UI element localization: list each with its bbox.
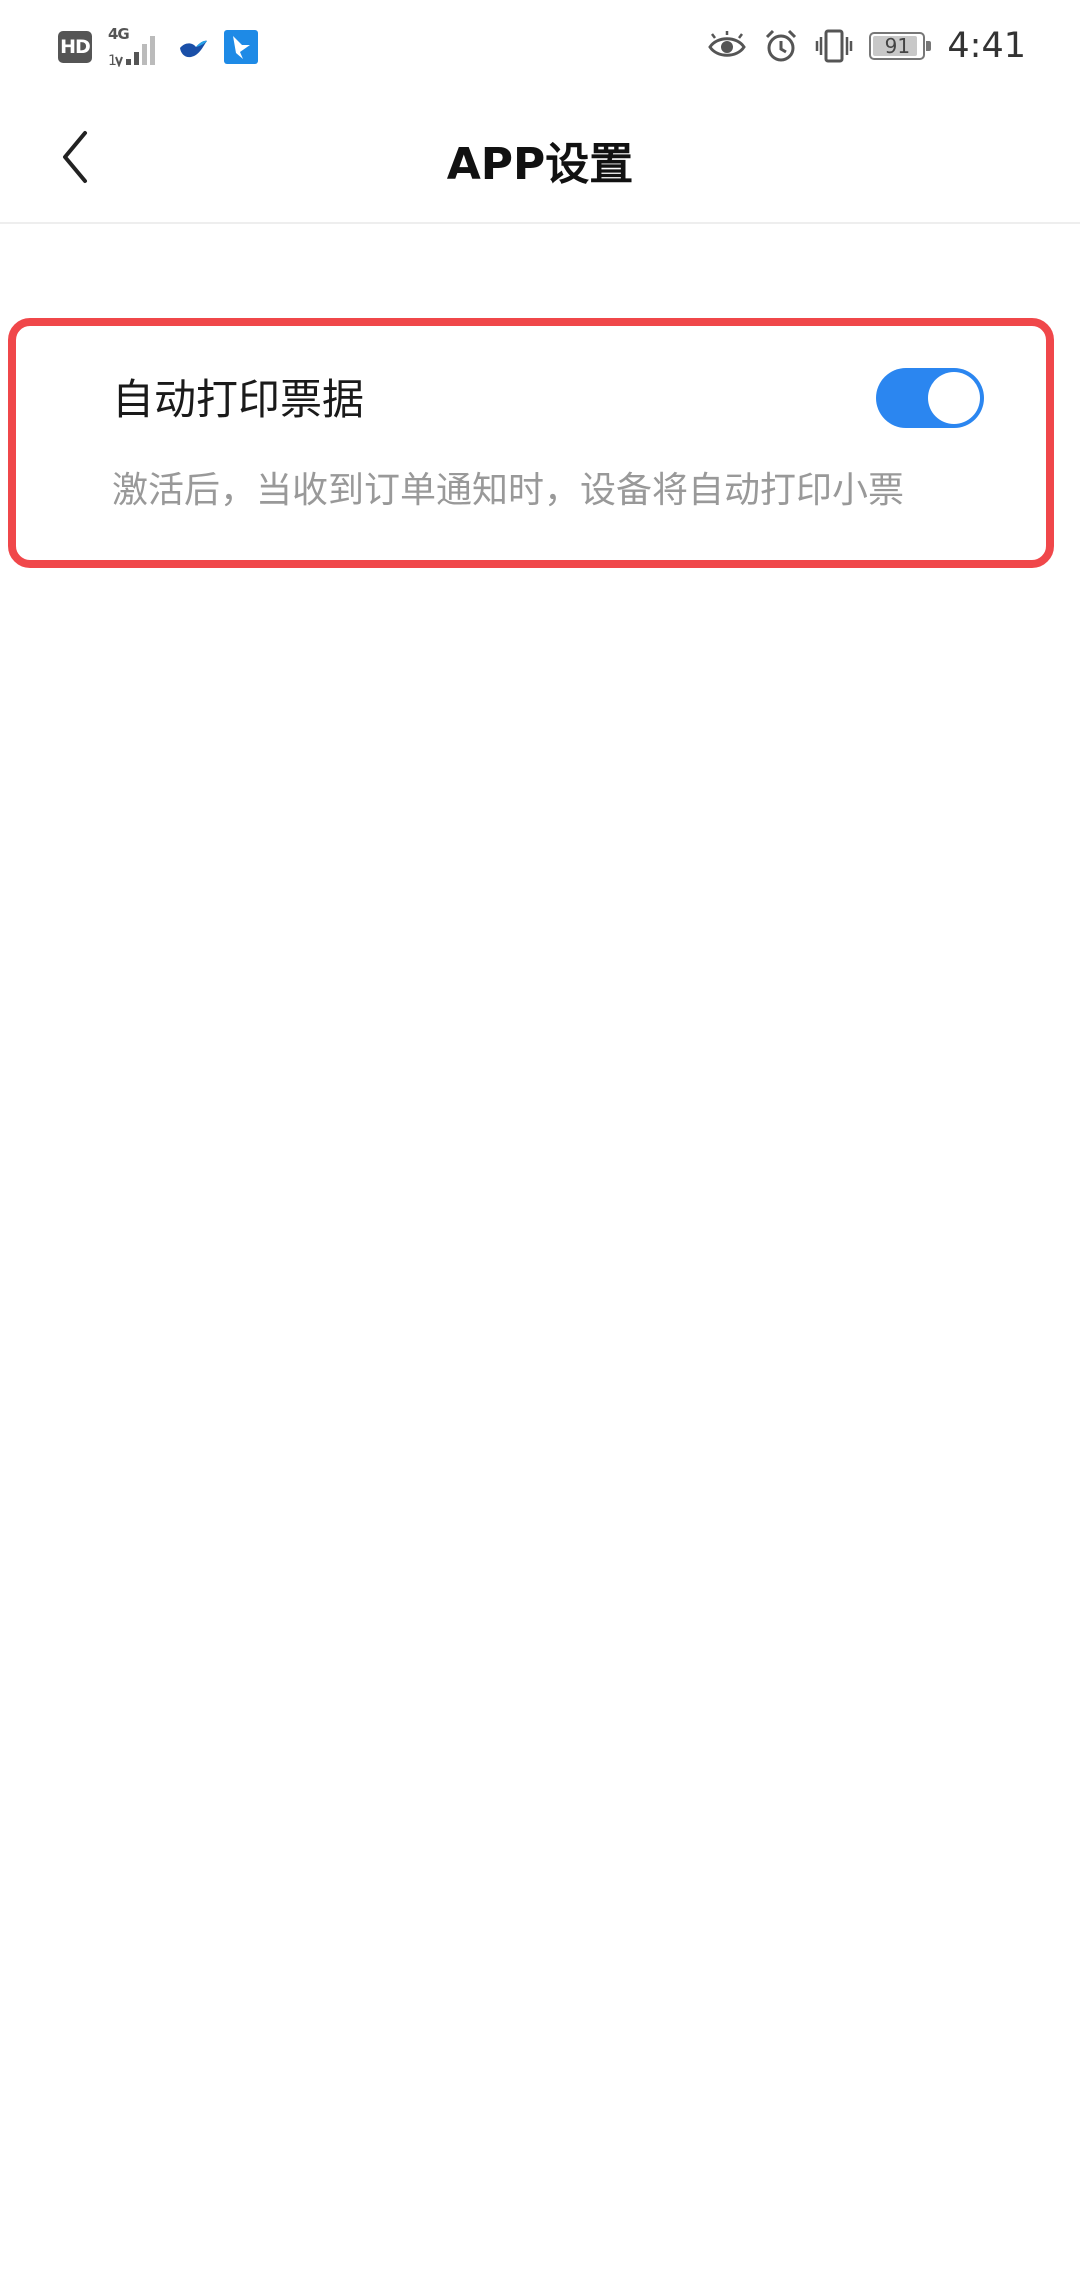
network-type-label: 4G — [108, 25, 130, 43]
battery-cap — [926, 41, 932, 51]
battery-icon: 91 — [869, 32, 932, 60]
battery-percent-label: 91 — [884, 34, 911, 58]
status-bar-left: HD 4G 1 — [58, 25, 258, 69]
page-title: APP设置 — [446, 139, 634, 190]
auto-print-setting-card: 自动打印票据 激活后，当收到订单通知时，设备将自动打印小票 — [8, 318, 1054, 568]
signal-4g-icon: 4G 1 — [106, 25, 162, 69]
auto-print-setting-title: 自动打印票据 — [112, 375, 365, 424]
hd-badge: HD — [58, 31, 92, 63]
toggle-knob — [928, 372, 980, 424]
alarm-icon — [766, 29, 797, 62]
vibrate-icon — [816, 29, 853, 63]
eye-icon — [708, 31, 747, 57]
bird-app-icon — [180, 40, 207, 58]
status-bar: HD 4G 1 91 4:41 — [0, 0, 1080, 92]
auto-print-setting-description: 激活后，当收到订单通知时，设备将自动打印小票 — [112, 470, 905, 511]
auto-print-toggle[interactable] — [876, 368, 984, 428]
feishu-app-icon — [224, 30, 258, 64]
app-header: APP设置 — [0, 100, 1080, 224]
status-bar-right: 91 4:41 — [707, 22, 1026, 70]
status-bar-clock: 4:41 — [947, 26, 1026, 66]
svg-text:1: 1 — [108, 53, 117, 67]
app-settings-screen: HD 4G 1 91 4:41 APP设置 自动打印票据 激活后，当收到订单通知… — [0, 0, 1080, 2280]
